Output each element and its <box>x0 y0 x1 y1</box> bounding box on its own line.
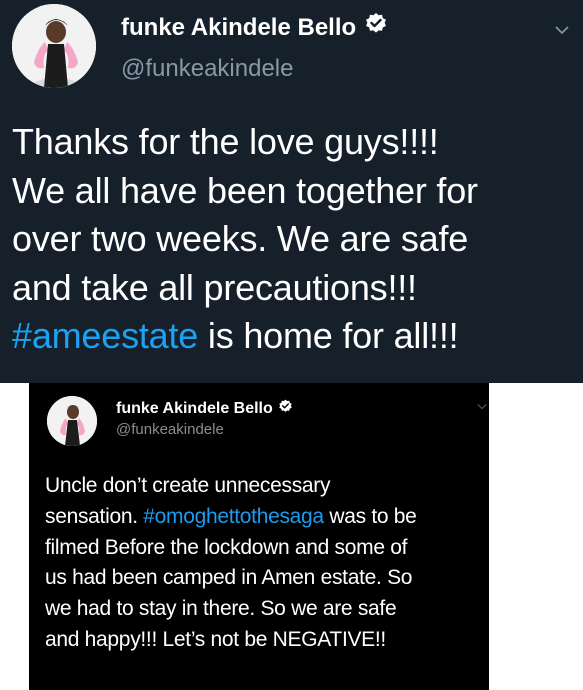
avatar[interactable] <box>47 396 97 446</box>
author-handle[interactable]: @funkeakindele <box>116 421 224 438</box>
tweet-text-fragment: was to be <box>323 504 417 528</box>
tweet-text-line: sensation. #omoghettothesaga was to be <box>45 502 485 533</box>
tweet-text-fragment: sensation. <box>45 504 144 528</box>
tweet-card-top: funke Akindele Bello @funkeakindele Than… <box>0 0 583 383</box>
tweet-text-fragment: is home for all!!! <box>198 315 459 356</box>
tweet-text-line: Thanks for the love guys!!!! <box>12 121 439 162</box>
chevron-down-icon[interactable] <box>555 22 569 40</box>
tweet-card-bottom: funke Akindele Bello @funkeakindele Uncl… <box>29 383 489 690</box>
author-name[interactable]: funke Akindele Bello <box>116 399 293 419</box>
tweet-text-line: filmed Before the lockdown and some of <box>45 535 408 559</box>
profile-photo <box>12 4 96 88</box>
author-name[interactable]: funke Akindele Bello <box>121 12 388 43</box>
tweet-text-line: Uncle don’t create unnecessary <box>45 474 331 497</box>
tweet-text-line: us had been camped in Amen estate. So <box>45 566 413 590</box>
tweet-text-line: we had to stay in there. So we are safe <box>45 597 397 621</box>
tweet-text-line: and take all precautions!!! <box>12 266 417 308</box>
author-name-text[interactable]: funke Akindele Bello <box>116 400 273 418</box>
hashtag-link[interactable]: #ameestate <box>12 315 198 356</box>
author-name-text[interactable]: funke Akindele Bello <box>121 14 356 42</box>
tweet-text-line: #ameestate is home for all!!! <box>12 312 577 361</box>
tweet-text: Thanks for the love guys!!!! We all have… <box>12 118 577 361</box>
tweet-text-line: We all have been together for <box>12 169 478 211</box>
tweet-text: Uncle don’t create unnecessary sensation… <box>45 471 485 656</box>
hashtag-link[interactable]: #omoghettothesaga <box>143 505 324 528</box>
tweet-text-line: over two weeks. We are safe <box>12 218 469 259</box>
verified-badge-icon <box>364 12 388 43</box>
avatar[interactable] <box>12 4 96 88</box>
author-handle[interactable]: @funkeakindele <box>121 55 293 83</box>
profile-photo <box>47 396 97 446</box>
tweet-text-line: and happy!!! Let’s not be NEGATIVE!! <box>45 627 386 651</box>
verified-badge-icon <box>278 399 293 419</box>
chevron-down-icon[interactable] <box>477 397 487 415</box>
